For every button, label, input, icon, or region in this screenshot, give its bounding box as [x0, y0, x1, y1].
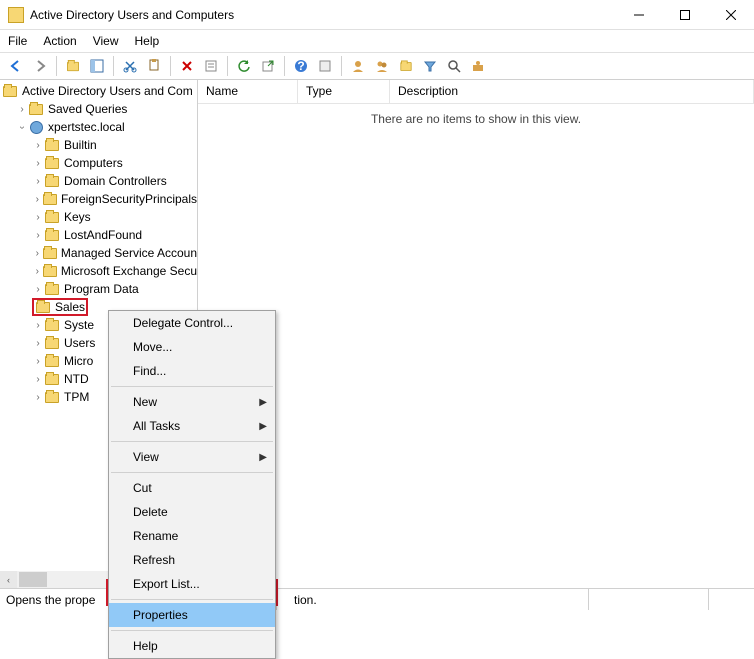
minimize-button[interactable] [616, 0, 662, 30]
add-to-group-icon[interactable] [396, 56, 416, 76]
raise-domain-icon[interactable] [468, 56, 488, 76]
menu-delegate-control[interactable]: Delegate Control... [109, 311, 275, 335]
copy-button[interactable] [144, 56, 164, 76]
close-button[interactable] [708, 0, 754, 30]
refresh-button[interactable] [234, 56, 254, 76]
tree-domain[interactable]: › xpertstec.local [0, 118, 197, 136]
tree-item[interactable]: ›Keys [0, 208, 197, 226]
scroll-thumb[interactable] [19, 572, 47, 587]
find-users-icon[interactable] [372, 56, 392, 76]
help-button[interactable]: ? [291, 56, 311, 76]
menu-bar: File Action View Help [0, 30, 754, 52]
menu-rename[interactable]: Rename [109, 524, 275, 548]
options-icon[interactable] [315, 56, 335, 76]
tree-item[interactable]: ›Computers [0, 154, 197, 172]
menu-find[interactable]: Find... [109, 359, 275, 383]
context-menu: Delegate Control... Move... Find... New▶… [108, 310, 276, 659]
menu-new[interactable]: New▶ [109, 390, 275, 414]
menu-action[interactable]: Action [43, 34, 76, 48]
chevron-down-icon[interactable]: › [17, 121, 28, 133]
toolbar: ? [0, 52, 754, 80]
search-icon[interactable] [444, 56, 464, 76]
cut-button[interactable] [120, 56, 140, 76]
tree-item[interactable]: ›Managed Service Accoun [0, 244, 197, 262]
menu-refresh[interactable]: Refresh [109, 548, 275, 572]
menu-export-list[interactable]: Export List... [109, 572, 275, 596]
tree-item[interactable]: ›Microsoft Exchange Secu [0, 262, 197, 280]
menu-cut[interactable]: Cut [109, 476, 275, 500]
column-description[interactable]: Description [390, 80, 754, 103]
menu-delete[interactable]: Delete [109, 500, 275, 524]
menu-help[interactable]: Help [109, 634, 275, 658]
tree-item[interactable]: ›Program Data [0, 280, 197, 298]
status-text-right: tion. [294, 593, 317, 607]
submenu-arrow-icon: ▶ [259, 397, 267, 408]
menu-move[interactable]: Move... [109, 335, 275, 359]
tree-item[interactable]: ›Domain Controllers [0, 172, 197, 190]
menu-view[interactable]: View [93, 34, 119, 48]
app-icon [8, 7, 24, 23]
scroll-left-button[interactable]: ‹ [0, 571, 17, 588]
tree-item[interactable]: ›Builtin [0, 136, 197, 154]
menu-all-tasks[interactable]: All Tasks▶ [109, 414, 275, 438]
tree-saved-queries[interactable]: › Saved Queries [0, 100, 197, 118]
svg-text:?: ? [297, 59, 304, 73]
back-button[interactable] [6, 56, 26, 76]
list-pane: Name Type Description There are no items… [198, 80, 754, 588]
show-hide-button[interactable] [87, 56, 107, 76]
filter-icon[interactable] [420, 56, 440, 76]
menu-help[interactable]: Help [135, 34, 160, 48]
forward-button[interactable] [30, 56, 50, 76]
domain-icon [30, 121, 43, 134]
menu-view[interactable]: View▶ [109, 445, 275, 469]
menu-properties[interactable]: Properties [109, 603, 275, 627]
maximize-button[interactable] [662, 0, 708, 30]
user-icon[interactable] [348, 56, 368, 76]
status-text-left: Opens the prope [6, 593, 95, 607]
window-title: Active Directory Users and Computers [30, 8, 616, 22]
title-bar: Active Directory Users and Computers [0, 0, 754, 30]
column-name[interactable]: Name [198, 80, 298, 103]
up-button[interactable] [63, 56, 83, 76]
menu-file[interactable]: File [8, 34, 27, 48]
properties-button[interactable] [201, 56, 221, 76]
empty-message: There are no items to show in this view. [198, 112, 754, 126]
submenu-arrow-icon: ▶ [259, 421, 267, 432]
chevron-right-icon[interactable]: › [16, 104, 28, 115]
submenu-arrow-icon: ▶ [259, 452, 267, 463]
column-type[interactable]: Type [298, 80, 390, 103]
tree-root[interactable]: Active Directory Users and Com [0, 82, 197, 100]
delete-button[interactable] [177, 56, 197, 76]
column-headers: Name Type Description [198, 80, 754, 104]
tree-item[interactable]: ›LostAndFound [0, 226, 197, 244]
tree-item[interactable]: ›ForeignSecurityPrincipals [0, 190, 197, 208]
tree-root-label: Active Directory Users and Com [22, 84, 193, 98]
export-button[interactable] [258, 56, 278, 76]
